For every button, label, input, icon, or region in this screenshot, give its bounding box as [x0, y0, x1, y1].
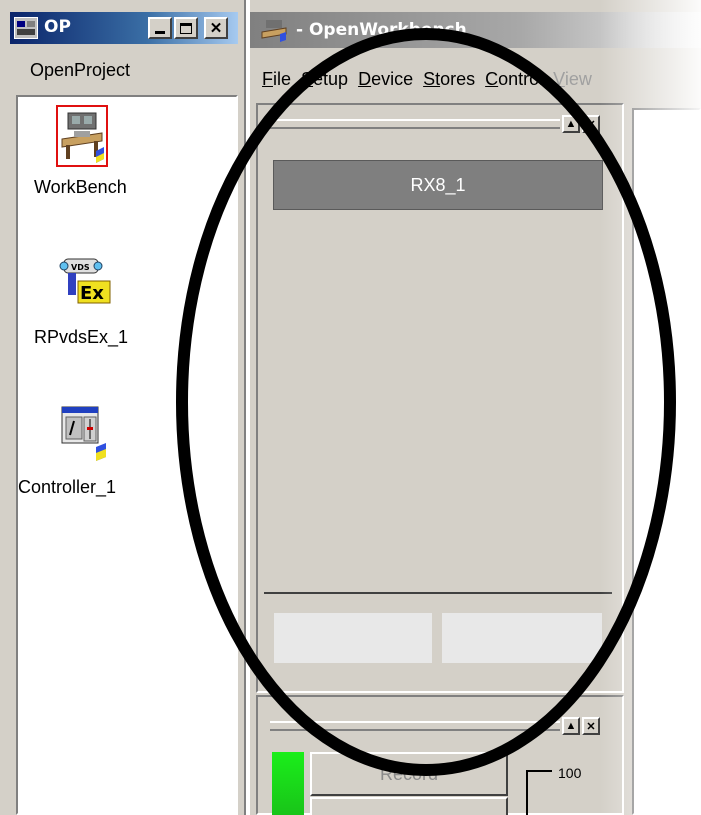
controller-label: Controller_1 — [18, 477, 117, 497]
rpvdsex-icon: VDS Ex — [56, 251, 114, 307]
rpvdsex-label: RPvdsEx_1 — [34, 327, 129, 347]
op-app-icon — [14, 17, 38, 39]
minimize-button[interactable] — [148, 17, 172, 39]
op-project-label: OpenProject — [30, 60, 131, 80]
svg-text:Ex: Ex — [80, 283, 104, 304]
secondary-button[interactable] — [310, 797, 508, 815]
op-title: OP — [44, 17, 71, 37]
minimize-icon — [155, 30, 165, 34]
svg-text:VDS: VDS — [71, 263, 90, 272]
workbench-label: WorkBench — [34, 177, 127, 197]
controller-icon — [56, 401, 112, 461]
annotation-oval — [176, 28, 676, 776]
workbench-icon — [56, 105, 108, 167]
